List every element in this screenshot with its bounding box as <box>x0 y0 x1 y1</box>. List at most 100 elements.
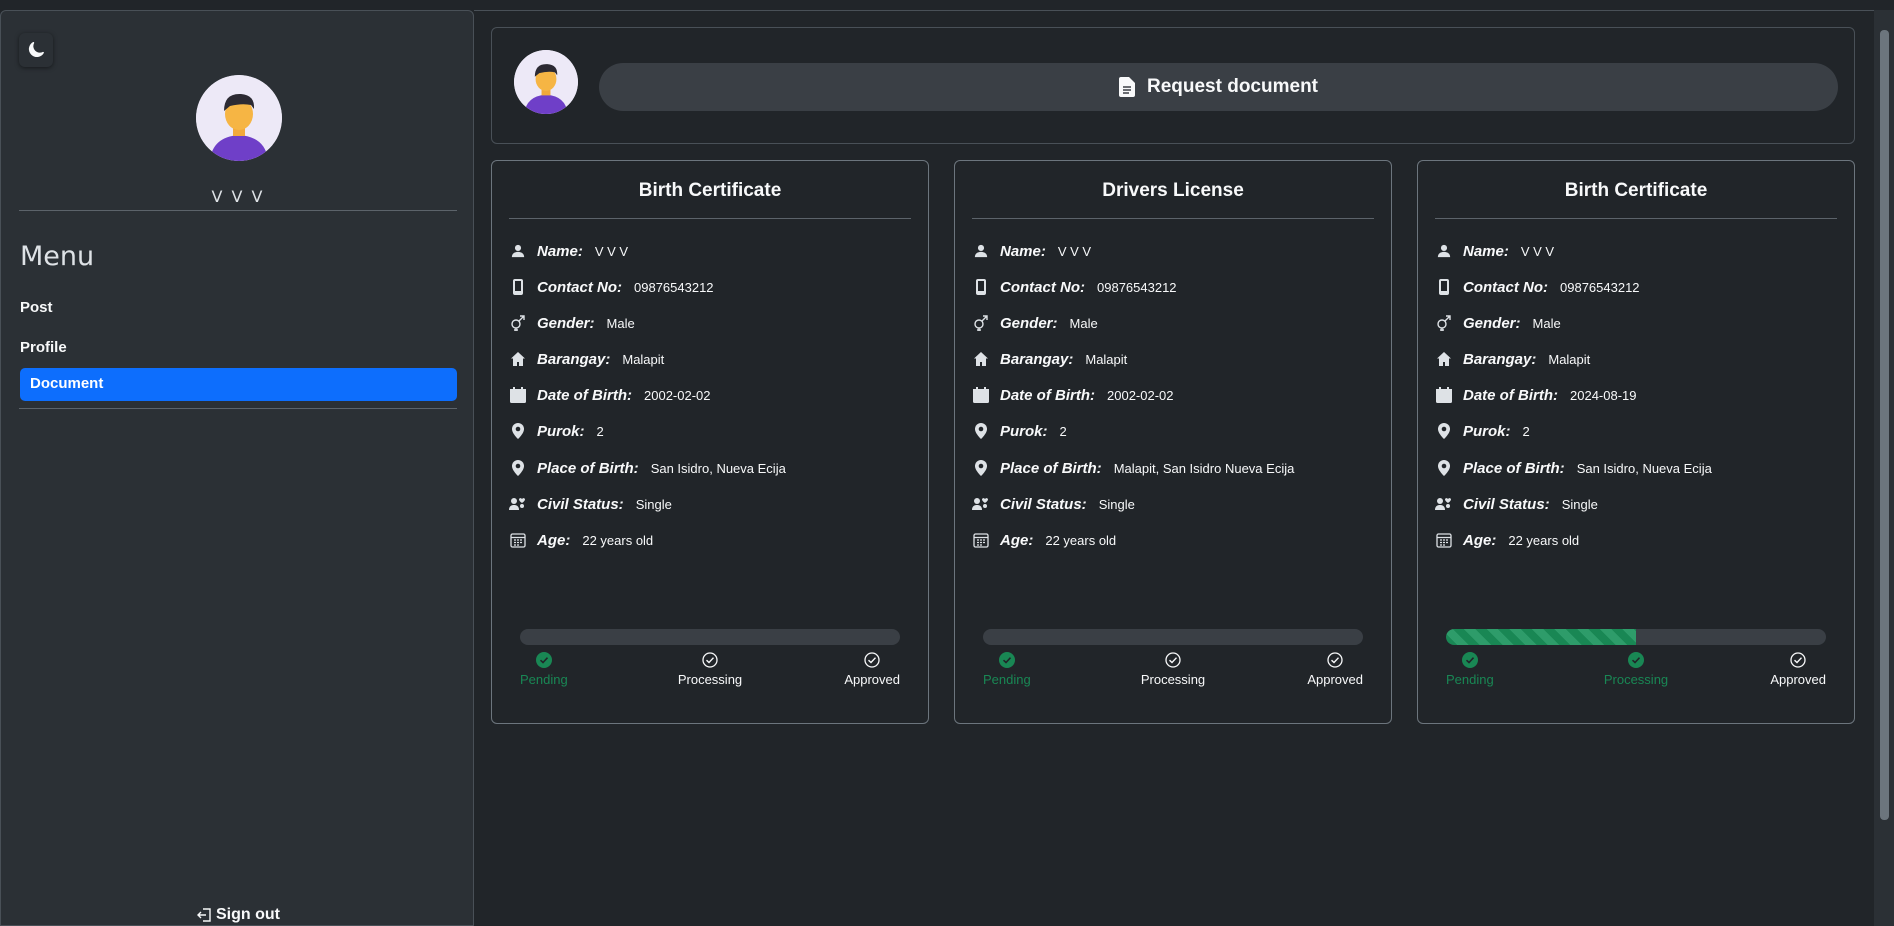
calendar-grid-icon <box>1435 531 1453 549</box>
info-row-dob: Date of Birth: 2002-02-02 <box>972 384 1174 406</box>
house-icon <box>1435 350 1453 368</box>
gender-icon <box>509 314 527 332</box>
field-label: Civil Status: <box>1000 495 1087 513</box>
step-label: Processing <box>1603 672 1669 687</box>
house-icon <box>972 350 990 368</box>
request-document-button[interactable]: Request document <box>599 63 1838 111</box>
info-row-barangay: Barangay: Malapit <box>509 348 664 370</box>
divider <box>19 210 457 211</box>
field-value: Single <box>1561 496 1598 512</box>
field-label: Name: <box>537 242 583 260</box>
person-icon <box>972 242 990 260</box>
profile-username: V V V <box>211 187 265 206</box>
field-value: Single <box>1098 496 1135 512</box>
info-row-dob: Date of Birth: 2024-08-19 <box>1435 384 1637 406</box>
step-label: Approved <box>1770 672 1826 687</box>
calendar-icon <box>509 386 527 404</box>
field-label: Age: <box>1000 531 1034 549</box>
user-avatar-icon <box>514 50 578 114</box>
info-row-age: Age: 22 years old <box>1435 529 1579 551</box>
gender-icon <box>972 314 990 332</box>
info-row-civil: Civil Status: Single <box>972 493 1135 515</box>
info-row-contact: Contact No: 09876543212 <box>1435 276 1640 298</box>
field-value: 22 years old <box>582 532 654 548</box>
menu-title: Menu <box>20 241 95 272</box>
field-label: Gender: <box>1463 314 1521 332</box>
field-label: Age: <box>537 531 571 549</box>
check-circle-icon <box>864 652 880 668</box>
field-value: V V V <box>1057 243 1092 259</box>
person-icon <box>1435 242 1453 260</box>
progress-bar <box>520 629 900 645</box>
theme-toggle-button[interactable] <box>19 33 53 67</box>
document-card: Birth Certificate Name: V V V Contact No… <box>1417 160 1855 724</box>
field-label: Purok: <box>1463 422 1511 440</box>
progress-step-approved: Approved <box>1770 652 1826 687</box>
check-circle-icon <box>1790 652 1806 668</box>
location-pin-icon <box>1435 459 1453 477</box>
document-icon <box>1118 77 1135 97</box>
calendar-grid-icon <box>509 531 527 549</box>
info-row-purok: Purok: 2 <box>1435 420 1530 442</box>
info-row-civil: Civil Status: Single <box>1435 493 1598 515</box>
sign-out-icon <box>197 908 211 922</box>
field-value: 2002-02-02 <box>644 387 711 403</box>
field-value: Malapit <box>1548 351 1591 367</box>
field-label: Gender: <box>1000 314 1058 332</box>
avatar <box>514 50 578 114</box>
field-label: Place of Birth: <box>1463 459 1565 477</box>
progress-bar <box>1446 629 1826 645</box>
info-row-barangay: Barangay: Malapit <box>972 348 1127 370</box>
progress-step-approved: Approved <box>1307 652 1363 687</box>
sidebar-item-post[interactable]: Post <box>20 299 53 316</box>
field-value: Single <box>635 496 672 512</box>
field-value: 2 <box>1059 423 1067 439</box>
check-circle-icon <box>1327 652 1343 668</box>
request-document-label: Request document <box>1146 76 1319 97</box>
calendar-icon <box>1435 386 1453 404</box>
avatar <box>196 75 282 161</box>
field-value: Malapit <box>1085 351 1128 367</box>
field-label: Barangay: <box>1000 350 1074 368</box>
info-row-name: Name: V V V <box>1435 240 1554 262</box>
field-value: 2002-02-02 <box>1107 387 1174 403</box>
field-value: 09876543212 <box>1097 279 1177 295</box>
field-value: Male <box>1532 315 1561 331</box>
sidebar: V V V Menu Post Profile Document Sign ou… <box>0 10 474 926</box>
field-label: Civil Status: <box>1463 495 1550 513</box>
field-label: Barangay: <box>537 350 611 368</box>
progress-step-approved: Approved <box>844 652 900 687</box>
progress-bar <box>983 629 1363 645</box>
scrollbar-thumb[interactable] <box>1880 30 1889 820</box>
info-row-name: Name: V V V <box>509 240 628 262</box>
card-title: Birth Certificate <box>1564 180 1708 201</box>
sidebar-item-profile[interactable]: Profile <box>20 339 67 356</box>
info-row-civil: Civil Status: Single <box>509 493 672 515</box>
sidebar-item-document[interactable]: Document <box>20 368 457 401</box>
divider <box>972 218 1374 219</box>
info-row-barangay: Barangay: Malapit <box>1435 348 1590 370</box>
calendar-grid-icon <box>972 531 990 549</box>
field-label: Gender: <box>537 314 595 332</box>
info-row-pob: Place of Birth: Malapit, San Isidro Nuev… <box>972 457 1294 479</box>
check-circle-icon <box>1628 652 1644 668</box>
info-row-age: Age: 22 years old <box>509 529 653 551</box>
field-label: Age: <box>1463 531 1497 549</box>
field-label: Barangay: <box>1463 350 1537 368</box>
field-value: Male <box>1069 315 1098 331</box>
field-value: 09876543212 <box>634 279 714 295</box>
info-row-purok: Purok: 2 <box>509 420 604 442</box>
phone-icon <box>1435 278 1453 296</box>
scrollbar[interactable] <box>1874 10 1894 926</box>
field-value: Malapit, San Isidro Nueva Ecija <box>1113 460 1295 476</box>
sign-out-button[interactable]: Sign out <box>1 906 475 924</box>
field-label: Place of Birth: <box>1000 459 1102 477</box>
document-card: Birth Certificate Name: V V V Contact No… <box>491 160 929 724</box>
field-value: 2024-08-19 <box>1570 387 1637 403</box>
phone-icon <box>509 278 527 296</box>
calendar-icon <box>972 386 990 404</box>
info-row-gender: Gender: Male <box>1435 312 1561 334</box>
field-value: 22 years old <box>1045 532 1117 548</box>
info-row-contact: Contact No: 09876543212 <box>509 276 714 298</box>
people-heart-icon <box>972 495 990 513</box>
